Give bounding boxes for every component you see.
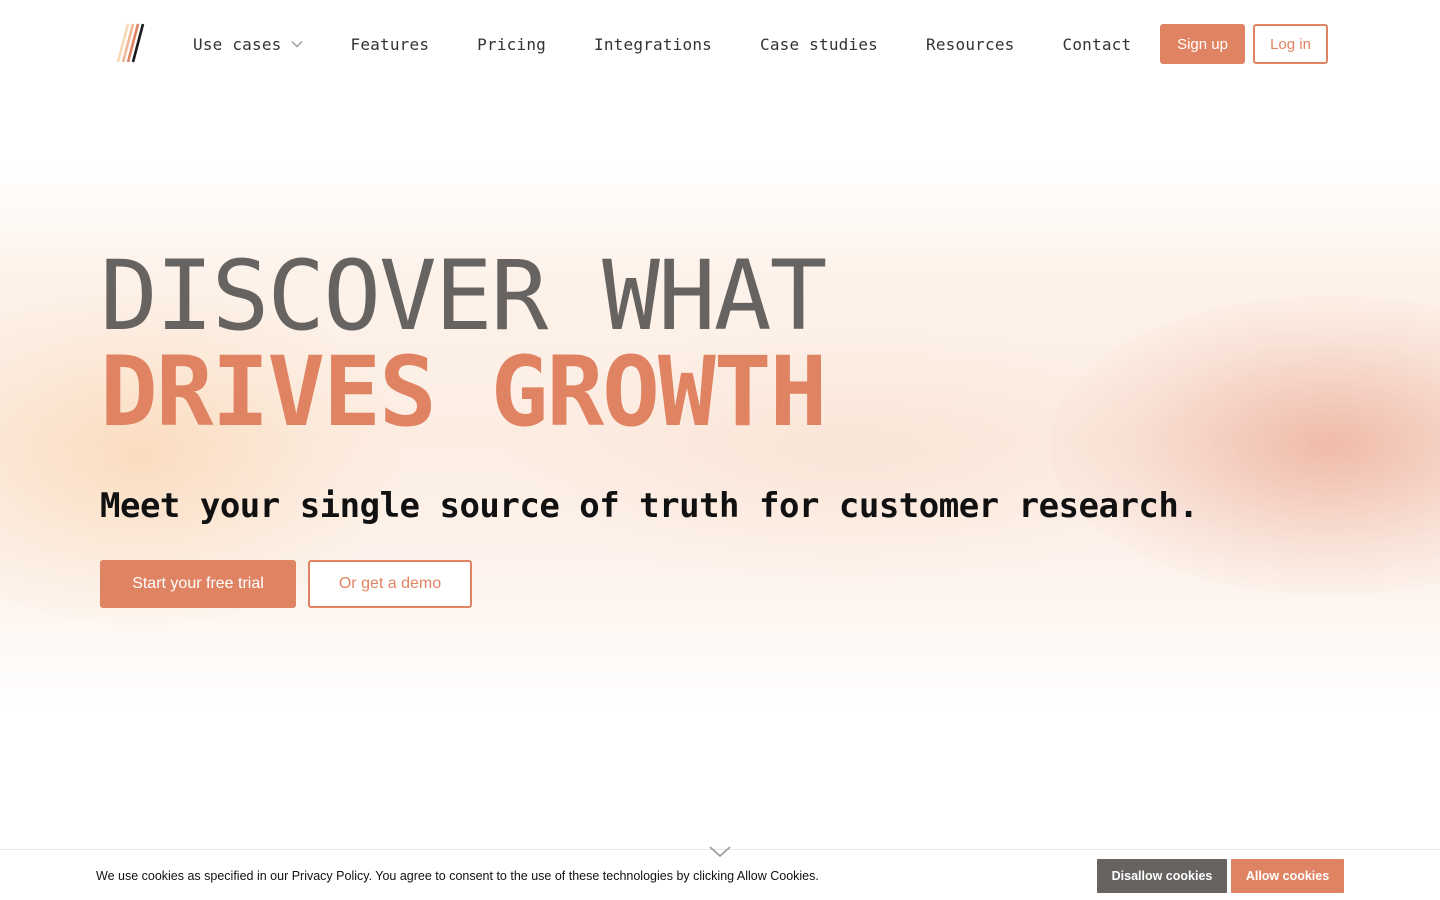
scroll-down-chevron-icon[interactable] [708,845,732,859]
start-free-trial-button[interactable]: Start your free trial [100,560,296,608]
chevron-down-icon [291,41,302,48]
nav-item-resources[interactable]: Resources [926,35,1015,54]
allow-cookies-button[interactable]: Allow cookies [1231,859,1344,893]
cookie-message: We use cookies as specified in our Priva… [96,869,819,883]
nav-label: Case studies [760,34,879,54]
nav-label: Integrations [594,34,713,54]
nav-item-case-studies[interactable]: Case studies [760,35,878,54]
nav-item-features[interactable]: Features [351,35,430,54]
get-demo-button[interactable]: Or get a demo [308,560,472,608]
main-nav: Use cases Features Pricing Integrations … [193,0,1131,88]
disallow-cookies-button[interactable]: Disallow cookies [1097,859,1227,893]
hero-headline: DISCOVER WHAT DRIVES GROWTH [100,240,827,448]
nav-item-pricing[interactable]: Pricing [477,35,546,54]
nav-label: Contact [1062,34,1132,54]
signup-button[interactable]: Sign up [1160,24,1245,64]
nav-item-use-cases[interactable]: Use cases [193,35,303,54]
nav-label: Features [350,34,430,54]
nav-item-integrations[interactable]: Integrations [594,35,712,54]
nav-item-contact[interactable]: Contact [1063,35,1132,54]
logo-icon[interactable] [114,22,150,64]
headline-line-1: DISCOVER WHAT [100,240,827,352]
nav-label: Pricing [477,34,547,54]
headline-line-2: DRIVES GROWTH [100,336,827,448]
site-header: Use cases Features Pricing Integrations … [0,0,1440,88]
nav-label: Use cases [193,34,282,54]
hero-subheadline: Meet your single source of truth for cus… [100,486,1199,526]
nav-label: Resources [926,34,1015,54]
login-button[interactable]: Log in [1253,24,1328,64]
